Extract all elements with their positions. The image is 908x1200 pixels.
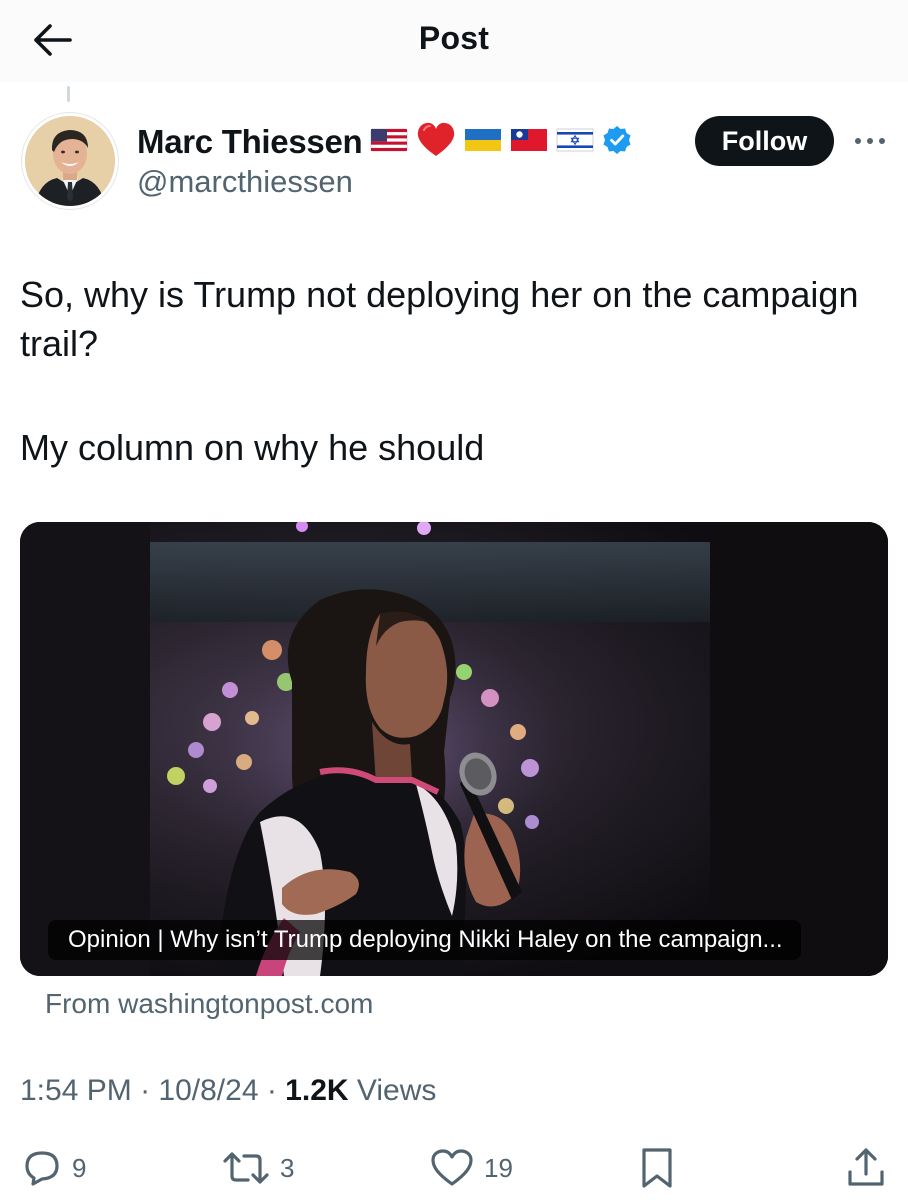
like-count: 19 xyxy=(484,1152,513,1183)
reply-icon xyxy=(25,1151,59,1186)
bookmark-button[interactable] xyxy=(640,1146,674,1190)
ukraine-flag-icon xyxy=(464,126,502,159)
page-title: Post xyxy=(418,20,490,56)
more-options-button[interactable] xyxy=(850,124,890,158)
red-heart-icon xyxy=(416,121,456,164)
author-handle[interactable]: @marcthiessen xyxy=(137,164,353,200)
verified-badge-icon[interactable] xyxy=(602,125,632,160)
us-flag-icon xyxy=(370,126,408,159)
avatar[interactable] xyxy=(22,113,118,209)
avatar-portrait xyxy=(25,116,115,206)
tweet-text-paragraph-2: My column on why he should xyxy=(20,427,485,468)
views-label: Views xyxy=(348,1074,437,1107)
taiwan-flag-icon xyxy=(510,126,548,159)
repost-button[interactable]: 3 xyxy=(222,1146,294,1190)
views-count[interactable]: 1.2K xyxy=(285,1074,348,1107)
link-source[interactable]: From washingtonpost.com xyxy=(45,988,373,1020)
author-name-row[interactable]: Marc Thiessen xyxy=(137,120,632,164)
repost-icon xyxy=(223,1152,269,1184)
bookmark-icon xyxy=(642,1148,672,1188)
post-meta: 1:54 PM · 10/8/24 · 1.2K Views xyxy=(20,1074,436,1108)
action-bar: 9 3 19 xyxy=(0,1140,908,1196)
repost-count: 3 xyxy=(280,1152,295,1183)
meta-separator: · xyxy=(131,1074,159,1107)
top-bar: Post xyxy=(0,0,908,82)
author-display-name: Marc Thiessen xyxy=(137,123,363,160)
post-time[interactable]: 1:54 PM xyxy=(20,1074,132,1107)
reply-count: 9 xyxy=(72,1152,87,1183)
israel-flag-icon xyxy=(556,126,594,159)
article-photo xyxy=(20,522,888,976)
heart-icon xyxy=(431,1149,473,1186)
reply-button[interactable]: 9 xyxy=(22,1146,86,1190)
thread-connector-line xyxy=(67,86,70,102)
like-button[interactable]: 19 xyxy=(430,1146,513,1190)
follow-button[interactable]: Follow xyxy=(695,116,834,166)
tweet-text-paragraph-1: So, why is Trump not deploying her on th… xyxy=(20,274,859,364)
link-card-headline: Opinion | Why isn’t Trump deploying Nikk… xyxy=(48,920,801,960)
meta-separator: · xyxy=(258,1074,286,1107)
share-button[interactable] xyxy=(846,1146,886,1190)
share-icon xyxy=(848,1148,884,1186)
post-date[interactable]: 10/8/24 xyxy=(158,1074,258,1107)
tweet-text: So, why is Trump not deploying her on th… xyxy=(20,270,880,472)
more-dots-icon xyxy=(855,138,885,144)
link-preview-card[interactable]: Opinion | Why isn’t Trump deploying Nikk… xyxy=(20,522,888,976)
